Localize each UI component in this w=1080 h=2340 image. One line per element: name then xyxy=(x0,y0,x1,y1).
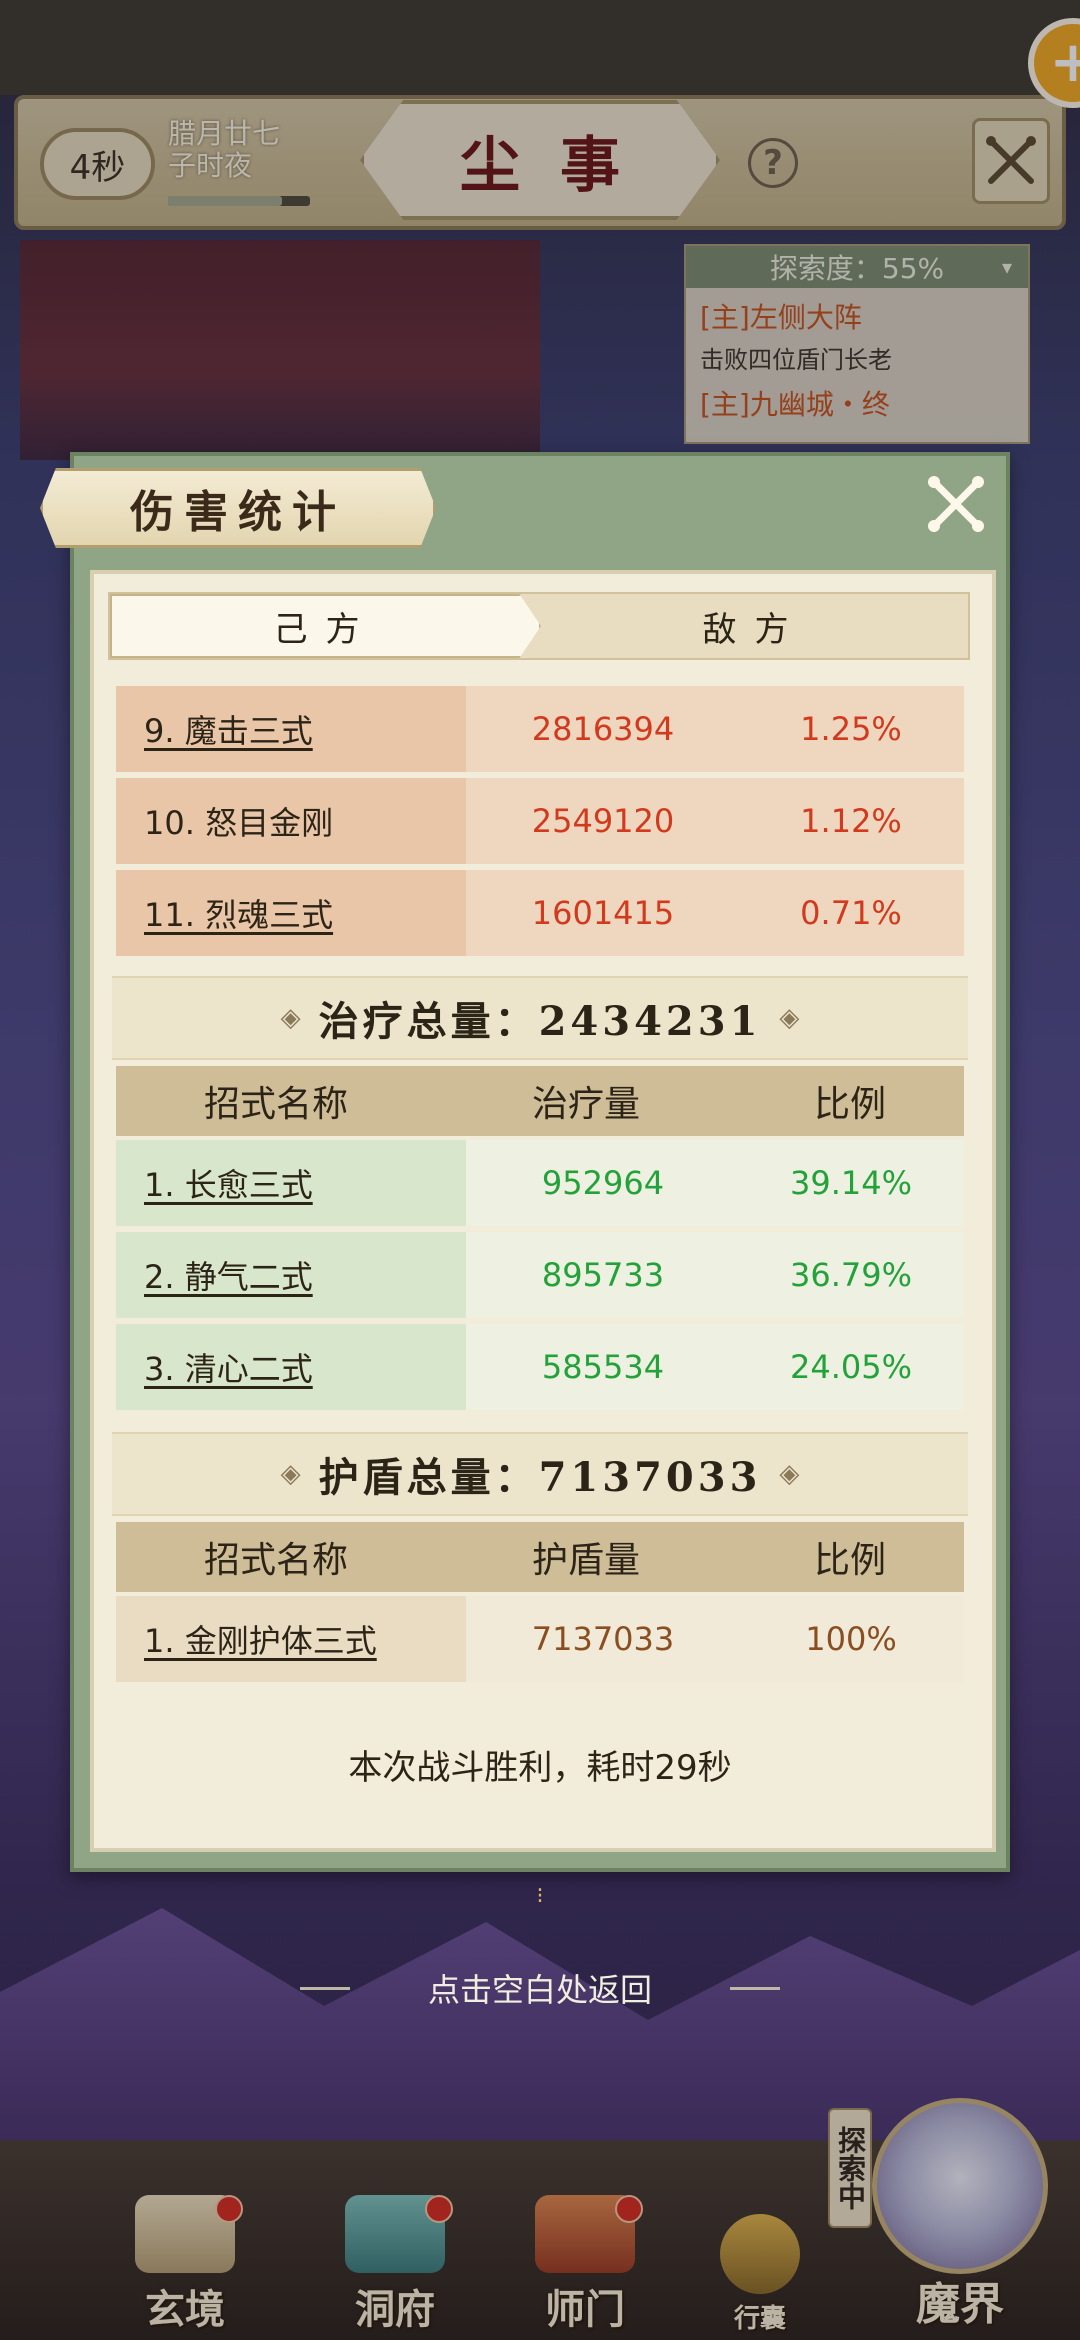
modal-close-button[interactable] xyxy=(920,468,992,540)
table-row: 3. 清心二式 585534 24.05% xyxy=(116,1324,964,1410)
skill-name-link[interactable]: 2. 静气二式 xyxy=(116,1252,468,1298)
skill-name-link[interactable]: 11. 烈魂三式 xyxy=(116,890,468,936)
skill-name-link[interactable]: 9. 魔击三式 xyxy=(116,706,468,752)
heal-percent: 39.14% xyxy=(789,1164,912,1202)
column-header-shield: 护盾量 xyxy=(531,1540,640,1581)
side-tabs: 己方 敌方 xyxy=(108,592,970,660)
table-row: 9. 魔击三式 2816394 1.25% xyxy=(116,686,964,772)
tab-own-side[interactable]: 己方 xyxy=(110,594,541,658)
column-header-skill: 招式名称 xyxy=(203,1540,348,1581)
shield-value: 7137033 xyxy=(531,1620,675,1658)
battle-result-text: 本次战斗胜利，耗时29秒 xyxy=(348,1748,732,1788)
modal-title: 伤害统计 xyxy=(130,487,346,538)
shield-table-header: 招式名称 护盾量 比例 xyxy=(116,1522,964,1592)
damage-percent: 0.71% xyxy=(800,894,902,932)
table-row: 10. 怒目金刚 2549120 1.12% xyxy=(116,778,964,864)
heal-percent: 24.05% xyxy=(789,1348,912,1386)
damage-value: 1601415 xyxy=(531,894,675,932)
tab-enemy-side[interactable]: 敌方 xyxy=(541,594,968,658)
column-header-skill: 招式名称 xyxy=(203,1084,348,1125)
tap-to-return-hint[interactable]: 点击空白处返回 xyxy=(340,1965,740,2011)
heal-value: 895733 xyxy=(541,1256,665,1294)
hint-ornament-right xyxy=(730,1987,780,1990)
heal-total-title: 治疗总量：2434231 xyxy=(318,998,762,1045)
skill-name-link[interactable]: 1. 长愈三式 xyxy=(116,1160,468,1206)
heal-table: 1. 长愈三式 952964 39.14% 2. 静气二式 895733 36.… xyxy=(116,1140,964,1416)
heal-value: 952964 xyxy=(541,1164,665,1202)
shield-total-title: 护盾总量：7137033 xyxy=(318,1454,762,1501)
column-header-ratio: 比例 xyxy=(813,1540,886,1581)
heal-value: 585534 xyxy=(541,1348,665,1386)
diamond-ornament-icon: ◈ xyxy=(280,1003,301,1033)
damage-value: 2816394 xyxy=(531,710,675,748)
shield-table: 1. 金刚护体三式 7137033 100% xyxy=(116,1596,964,1688)
damage-percent: 1.25% xyxy=(800,710,902,748)
damage-table: 9. 魔击三式 2816394 1.25% 10. 怒目金刚 2549120 1… xyxy=(116,686,964,962)
scroll-indicator-icon: ⁝ xyxy=(536,1884,544,1909)
skill-name: 10. 怒目金刚 xyxy=(144,804,334,842)
diamond-ornament-icon: ◈ xyxy=(280,1459,301,1489)
shield-percent: 100% xyxy=(805,1620,897,1658)
table-row: 1. 长愈三式 952964 39.14% xyxy=(116,1140,964,1226)
damage-value: 2549120 xyxy=(531,802,675,840)
column-header-heal: 治疗量 xyxy=(531,1084,640,1125)
table-row: 2. 静气二式 895733 36.79% xyxy=(116,1232,964,1318)
diamond-ornament-icon: ◈ xyxy=(779,1459,800,1489)
column-header-ratio: 比例 xyxy=(813,1084,886,1125)
skill-name-link[interactable]: 3. 清心二式 xyxy=(116,1344,468,1390)
table-row: 1. 金刚护体三式 7137033 100% xyxy=(116,1596,964,1682)
heal-table-header: 招式名称 治疗量 比例 xyxy=(116,1066,964,1136)
heal-total-banner: ◈ 治疗总量：2434231 ◈ xyxy=(112,976,968,1060)
close-icon xyxy=(928,476,984,532)
shield-total-banner: ◈ 护盾总量：7137033 ◈ xyxy=(112,1432,968,1516)
modal-title-plate: 伤害统计 xyxy=(40,468,436,548)
skill-name-link[interactable]: 1. 金刚护体三式 xyxy=(116,1616,468,1662)
damage-percent: 1.12% xyxy=(800,802,902,840)
heal-percent: 36.79% xyxy=(789,1256,912,1294)
diamond-ornament-icon: ◈ xyxy=(779,1003,800,1033)
table-row: 11. 烈魂三式 1601415 0.71% xyxy=(116,870,964,956)
